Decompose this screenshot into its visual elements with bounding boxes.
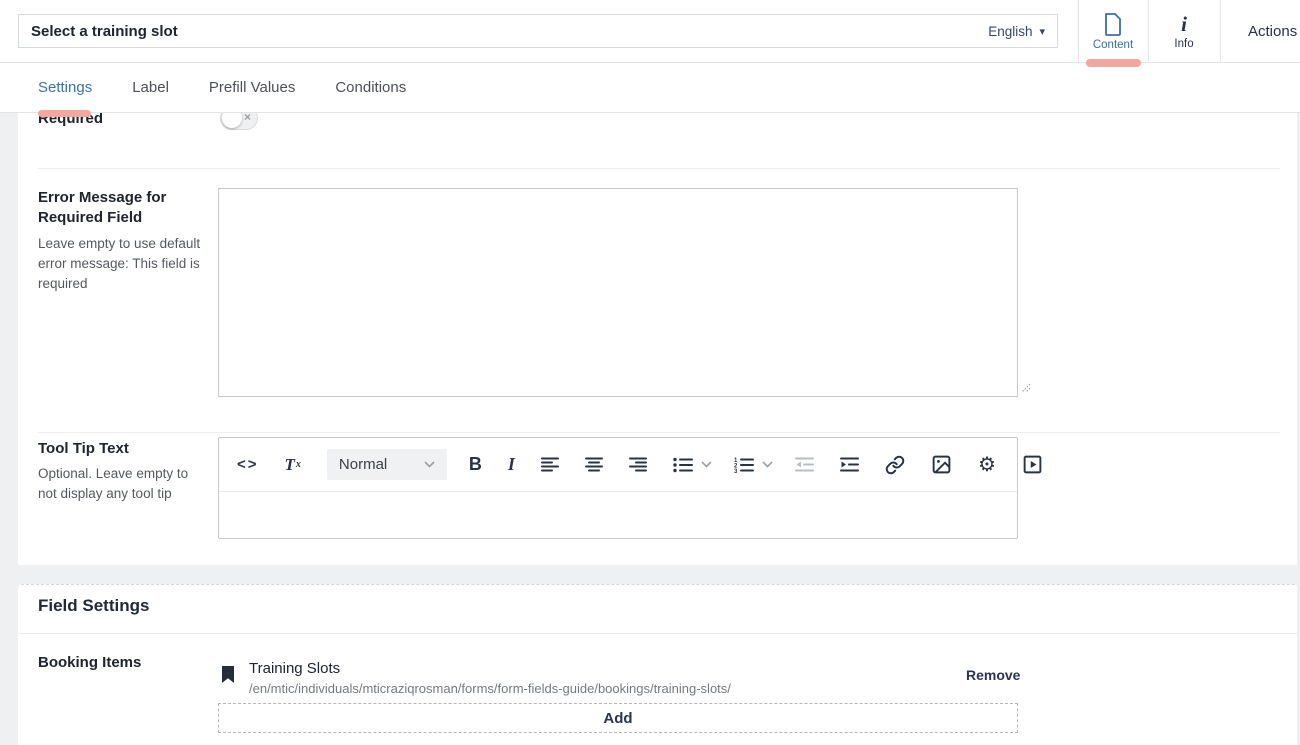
settings-panel: Required × Error Message for Required Fi… <box>18 96 1297 565</box>
tooltip-label: Tool Tip Text <box>38 439 129 459</box>
divider <box>38 432 1280 433</box>
align-right-icon[interactable] <box>629 457 647 472</box>
italic-icon[interactable]: I <box>508 454 515 475</box>
error-message-help: Leave empty to use default error message… <box>38 234 214 294</box>
language-value: English <box>988 24 1032 39</box>
info-tab-label: Info <box>1174 38 1193 50</box>
tab-content[interactable]: Content <box>1078 0 1148 63</box>
paragraph-style-value: Normal <box>339 456 387 473</box>
tab-conditions[interactable]: Conditions <box>335 79 406 96</box>
bullet-list-icon[interactable] <box>673 457 693 473</box>
align-left-icon[interactable] <box>541 457 559 472</box>
clear-formatting-icon[interactable]: Tx <box>285 455 301 475</box>
remove-button[interactable]: Remove <box>966 667 1020 683</box>
info-icon: i <box>1181 13 1187 35</box>
booking-item-title: Training Slots <box>249 660 340 677</box>
divider <box>18 633 1297 634</box>
svg-text:3: 3 <box>734 469 738 473</box>
tab-label[interactable]: Label <box>132 79 169 96</box>
content-tab-label: Content <box>1093 39 1133 51</box>
outdent-icon <box>795 457 814 472</box>
link-icon[interactable] <box>885 455 905 475</box>
caret-down-icon: ▾ <box>1039 25 1045 38</box>
align-center-icon[interactable] <box>585 457 603 472</box>
error-message-label: Error Message for Required Field <box>38 188 190 228</box>
content-tab-active-indicator <box>1086 59 1141 67</box>
bullet-list-chevron-icon[interactable] <box>701 461 712 468</box>
tab-info[interactable]: i Info <box>1148 0 1220 63</box>
booking-item-path: /en/mtic/individuals/mticraziqrosman/for… <box>249 681 731 696</box>
tab-prefill-values[interactable]: Prefill Values <box>209 79 295 96</box>
numbered-list-chevron-icon[interactable] <box>762 461 773 468</box>
field-title-box: English ▾ <box>18 14 1058 48</box>
resize-handle-icon[interactable] <box>1020 382 1032 394</box>
richtext-toolbar: <> Tx Normal B I <box>219 438 1017 492</box>
tab-settings[interactable]: Settings <box>38 79 92 96</box>
language-selector[interactable]: English ▾ <box>988 24 1045 39</box>
booking-items-label: Booking Items <box>38 653 141 673</box>
tooltip-help: Optional. Leave empty to not display any… <box>38 464 200 504</box>
settings-tab-active-indicator <box>38 110 91 117</box>
add-button[interactable]: Add <box>218 703 1018 733</box>
numbered-list-icon[interactable]: 123 <box>734 457 754 473</box>
error-message-textarea[interactable] <box>218 188 1018 397</box>
paragraph-style-select[interactable]: Normal <box>327 449 447 480</box>
divider <box>1220 0 1221 63</box>
field-editor-window: Required × Error Message for Required Fi… <box>0 0 1300 745</box>
image-icon[interactable] <box>931 454 952 475</box>
field-settings-heading: Field Settings <box>38 596 149 616</box>
bookmark-icon <box>222 666 234 683</box>
document-icon <box>1104 13 1122 36</box>
divider <box>38 168 1280 169</box>
tooltip-richtext-editor: <> Tx Normal B I <box>218 437 1018 539</box>
tooltip-editor-content[interactable] <box>219 492 1017 538</box>
bold-icon[interactable]: B <box>469 454 482 475</box>
actions-button[interactable]: Actions <box>1248 0 1297 63</box>
chevron-down-icon <box>424 461 435 468</box>
field-settings-panel: Field Settings Booking Items Training Sl… <box>18 584 1297 745</box>
indent-icon[interactable] <box>840 457 859 472</box>
gear-icon[interactable]: ⚙ <box>978 455 996 475</box>
field-title-input[interactable] <box>31 23 988 40</box>
top-bar: English ▾ Content i Info Actions <box>0 0 1300 63</box>
field-tab-bar: Settings Label Prefill Values Conditions <box>0 63 1300 113</box>
embed-video-icon[interactable] <box>1022 454 1043 475</box>
code-view-icon[interactable]: <> <box>237 456 259 473</box>
